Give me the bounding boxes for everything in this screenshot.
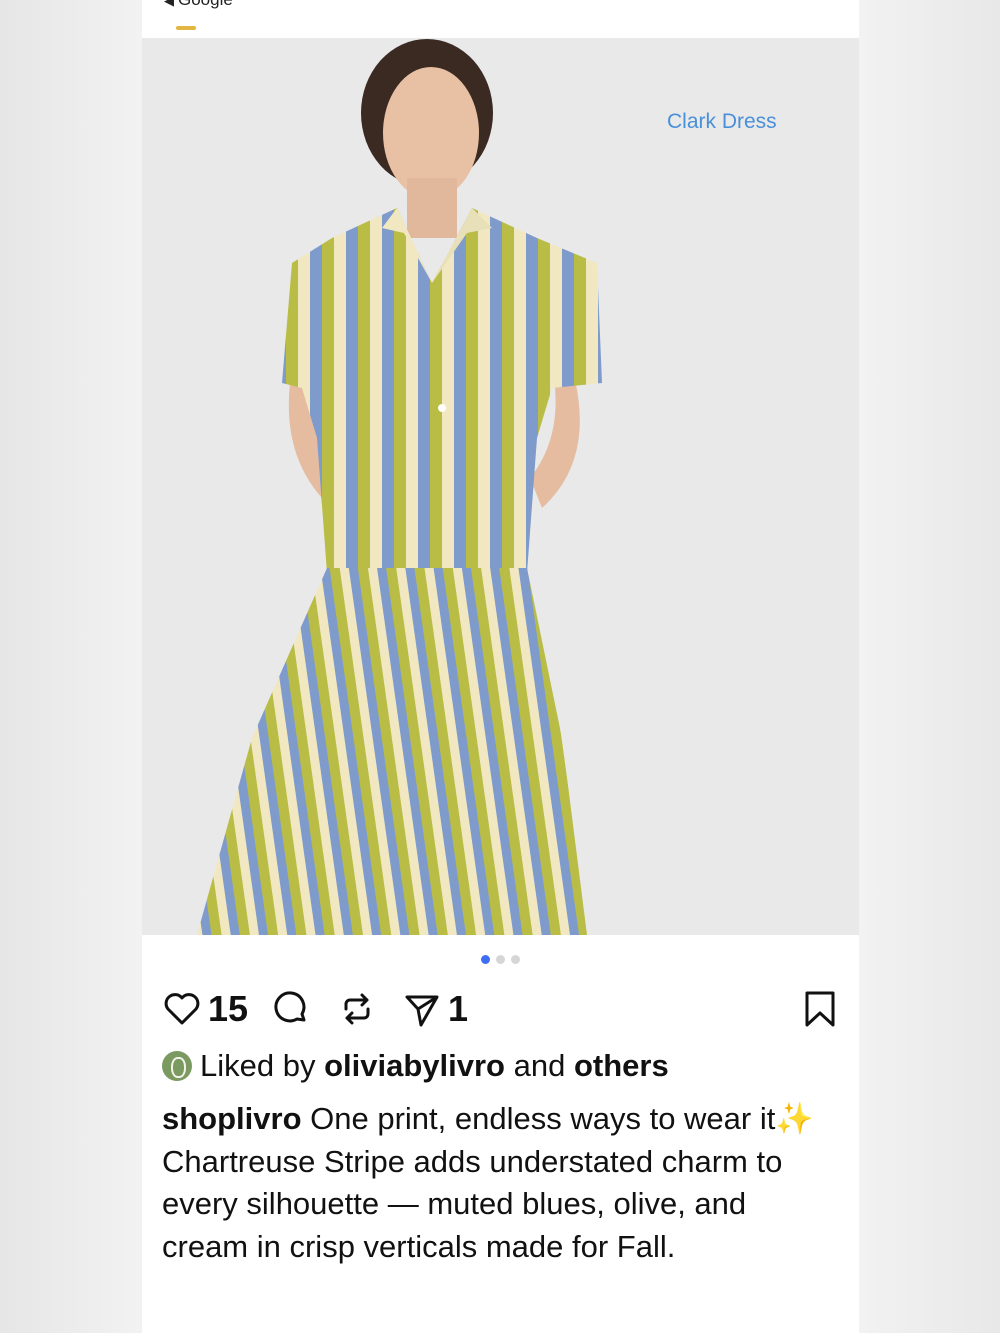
comment-button[interactable] xyxy=(272,985,312,1033)
liked-by-others[interactable]: others xyxy=(574,1048,669,1084)
liker-avatar xyxy=(162,1051,192,1081)
background-left xyxy=(0,0,142,1333)
shares-count: 1 xyxy=(448,988,469,1029)
action-bar: 15 1 xyxy=(162,985,842,1033)
comment-icon xyxy=(274,991,306,1023)
liked-by-prefix: Liked by xyxy=(200,1048,316,1083)
bookmark-icon xyxy=(805,991,835,1027)
sparkles-emoji: ✨ xyxy=(775,1101,814,1136)
carousel-dot xyxy=(511,955,520,964)
liked-by-row[interactable]: Liked by oliviabylivro and others xyxy=(162,1048,842,1084)
repost-button[interactable] xyxy=(337,985,377,1033)
liked-by-and: and xyxy=(513,1048,566,1083)
product-tag[interactable]: Clark Dress xyxy=(667,110,777,134)
back-to-google-link[interactable]: ◀ Google xyxy=(164,0,233,10)
post-caption: shoplivro One print, endless ways to wea… xyxy=(162,1098,832,1268)
liked-by-user[interactable]: oliviabylivro xyxy=(324,1048,505,1084)
share-button[interactable]: 1 xyxy=(402,985,468,1033)
like-button[interactable]: 15 xyxy=(162,985,248,1033)
post-card: ◀ Google xyxy=(142,0,859,1333)
carousel-dot xyxy=(496,955,505,964)
back-label: Google xyxy=(178,0,233,9)
caption-text-2: Chartreuse Stripe adds understated charm… xyxy=(162,1143,783,1264)
carousel-dot xyxy=(481,955,490,964)
heart-icon xyxy=(164,993,200,1025)
dress-photo-illustration xyxy=(197,39,602,935)
post-image[interactable]: Clark Dress xyxy=(142,38,859,935)
repost-icon xyxy=(344,993,370,1025)
avatar[interactable] xyxy=(176,26,196,30)
share-icon xyxy=(405,995,439,1027)
caption-text-1: One print, endless ways to wear it xyxy=(310,1101,776,1136)
background-right xyxy=(859,0,1000,1333)
carousel-indicator xyxy=(142,955,859,967)
likes-count: 15 xyxy=(208,988,249,1029)
top-bar: ◀ Google xyxy=(142,0,859,38)
bookmark-button[interactable] xyxy=(802,985,838,1033)
back-arrow-icon: ◀ xyxy=(164,0,174,8)
caption-username[interactable]: shoplivro xyxy=(162,1101,302,1136)
